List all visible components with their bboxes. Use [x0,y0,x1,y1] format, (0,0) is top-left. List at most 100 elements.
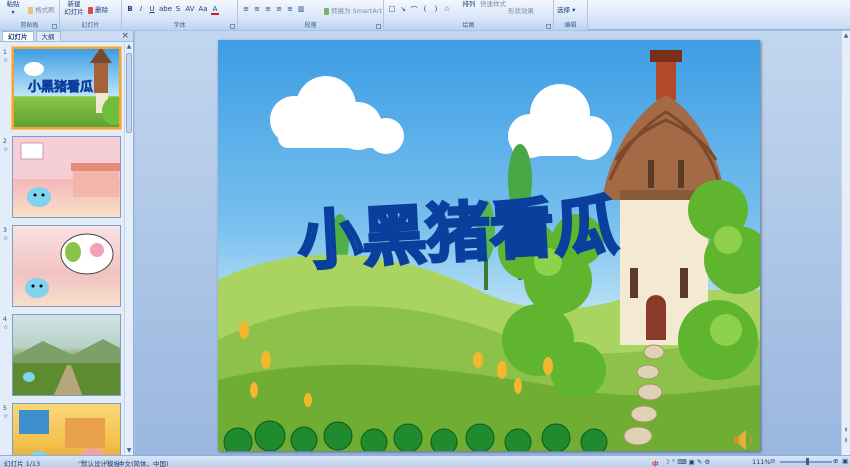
quick-styles-label: 快速样式 [480,0,506,8]
format-painter-button[interactable]: 格式刷 [28,4,55,14]
slides-group-label: 幻灯片 [60,22,121,30]
quick-styles-button[interactable]: 快速样式 [480,0,506,8]
status-bar: 幻灯片 1/13 "默认设计模板" ✓ 中文(简体，中国) 中 ☽ ° ⌨ ▣ … [0,455,850,467]
thumbnail-slide-2[interactable] [12,136,121,218]
align-left-icon[interactable]: ≡ [242,5,250,13]
zoom-level[interactable]: 111% [752,458,771,466]
thumbnail-art [13,339,120,395]
arrange-button[interactable]: 排列 [460,0,478,8]
select-button[interactable]: 选择 ▾ [557,4,575,14]
bold-button[interactable]: B [126,5,134,15]
tab-outline[interactable]: 大纲 [35,31,61,41]
thumbnail-art: 小黑猪看瓜 [24,49,119,125]
align-center-icon[interactable]: ≡ [253,5,261,13]
slide-editor: 小黑猪看瓜 [135,31,841,455]
slide-art: 小黑猪看瓜 [218,50,760,451]
star-shape-icon[interactable]: ☆ [443,5,451,15]
align-right-icon[interactable]: ≡ [264,5,272,13]
cloud-left [270,76,404,154]
font-color-button[interactable]: A [211,5,219,15]
clipboard-launcher[interactable] [52,24,57,29]
delete-label: 删除 [95,6,109,14]
thumbnail-slide-3[interactable] [12,225,121,307]
editing-group-label: 编辑 [554,22,587,30]
svg-text:小黑猪看瓜: 小黑猪看瓜 [28,79,93,95]
scroll-down-icon[interactable]: ▼ [125,447,133,455]
thumbnail-row[interactable]: 4 ☆ [0,314,124,400]
font-launcher[interactable] [230,24,235,29]
paragraph-launcher[interactable] [376,24,381,29]
scroll-up-icon[interactable]: ▲ [125,43,133,51]
thumbnail-slide-5[interactable] [12,403,121,455]
slide-counter: 幻灯片 1/13 [4,460,41,467]
close-icon[interactable]: × [121,31,129,41]
clipboard-group: 粘贴 ▾ 格式刷 剪贴板 [0,0,60,30]
thumbnail-row[interactable]: 2 ☆ [0,136,124,222]
delete-slide-button[interactable]: 删除 [88,4,108,14]
theme-name: "默认设计模板" [78,460,123,467]
shape-effects-label: 形状效果 [508,7,534,15]
underline-button[interactable]: U [148,5,156,15]
rectangle-shape-icon[interactable]: □ [388,5,396,15]
thumbnail-row[interactable]: 5 ☆ [0,403,124,455]
thumbnail-number: 5 [3,405,7,412]
spacing-button[interactable]: AV [185,5,195,15]
distribute-icon[interactable]: ≡ [286,5,294,13]
thumbnail-scrollbar[interactable]: ▲ ▼ [124,43,133,455]
animation-star-icon: ☆ [3,413,9,420]
ime-icon[interactable]: 中 [652,458,659,467]
editing-group: 选择 ▾ 编辑 [554,0,588,30]
shape-effects-button[interactable]: 形状效果 [508,5,534,15]
convert-smartart-label: 转换为 SmartArt [331,7,382,15]
animation-star-icon: ☆ [3,57,9,64]
spellcheck-icon[interactable]: ✓ [104,458,109,466]
thumbnail-row[interactable]: 3 ☆ [0,225,124,311]
change-case-button[interactable]: Aa [198,5,208,15]
bracket-shape-icon[interactable]: ) [432,5,440,15]
thumbnail-row[interactable]: 1 小黑猪看瓜 ☆ [0,47,124,133]
arrange-label: 排列 [462,0,476,8]
columns-icon[interactable]: ▥ [297,5,305,13]
scroll-thumb[interactable] [126,53,132,133]
editor-scrollbar[interactable]: ▲ ⇞ ⇟ [841,31,850,455]
animation-star-icon: ☆ [3,324,9,331]
thumbnail-number: 3 [3,227,7,234]
arrow-shape-icon[interactable]: ↘ [399,5,407,15]
tab-slides[interactable]: 幻灯片 [2,31,34,41]
fit-window-icon[interactable]: ▣ [842,457,848,465]
ime-toolbar-icons[interactable]: ☽ ° ⌨ ▣ ✎ ⚙ [664,458,710,466]
curve-shape-icon[interactable]: ⌒ [410,5,418,15]
slides-pane: 幻灯片 大纲 × 1 小黑猪看瓜 ☆ 2 ☆ 3 ☆ 4 ☆ 5 ☆ ▲ ▼ [0,31,134,455]
slides-group: 新建 幻灯片 删除 幻灯片 [60,0,122,30]
strikethrough-button[interactable]: abe [159,5,172,15]
thumbnail-art [19,410,106,455]
zoom-in-icon[interactable]: ⊕ [833,457,838,465]
thumbnail-slide-1[interactable]: 小黑猪看瓜 [12,47,121,129]
new-slide-button[interactable]: 新建 幻灯片 [63,0,85,16]
paragraph-group-label: 段落 [238,22,383,30]
thumbnail-number: 1 [3,49,7,56]
shadow-button[interactable]: S [174,5,182,15]
thumbnail-slide-4[interactable] [12,314,121,396]
shapes-gallery[interactable]: □ ↘ ⌒ ( ) ☆ [388,5,451,15]
thumbnail-number: 4 [3,316,7,323]
format-painter-label: 格式刷 [35,6,55,14]
bracket-shape-icon[interactable]: ( [421,5,429,15]
ribbon: 粘贴 ▾ 格式刷 剪贴板 新建 幻灯片 删除 幻灯片 B I U abe S AV… [0,0,850,30]
paragraph-group: ≡ ≡ ≡ ≡ ≡ ▥ 转换为 SmartArt 段落 [238,0,384,30]
font-group-label: 字体 [122,22,237,30]
paste-button[interactable]: 粘贴 ▾ [3,0,23,17]
justify-icon[interactable]: ≡ [275,5,283,13]
drawing-launcher[interactable] [546,24,551,29]
next-slide-icon[interactable]: ⇟ [842,437,850,444]
italic-button[interactable]: I [137,5,145,15]
prev-slide-icon[interactable]: ⇞ [842,427,850,434]
current-slide[interactable]: 小黑猪看瓜 [218,40,760,451]
zoom-out-icon[interactable]: ⊖ [770,457,775,465]
pane-tabs: 幻灯片 大纲 × [0,31,133,42]
convert-smartart-button[interactable]: 转换为 SmartArt [324,5,382,15]
zoom-slider-knob[interactable] [806,458,809,465]
thumbnail-list: 1 小黑猪看瓜 ☆ 2 ☆ 3 ☆ 4 ☆ 5 ☆ [0,43,124,455]
scroll-up-icon[interactable]: ▲ [842,32,850,39]
font-buttons: B I U abe S AV Aa A [126,5,219,15]
